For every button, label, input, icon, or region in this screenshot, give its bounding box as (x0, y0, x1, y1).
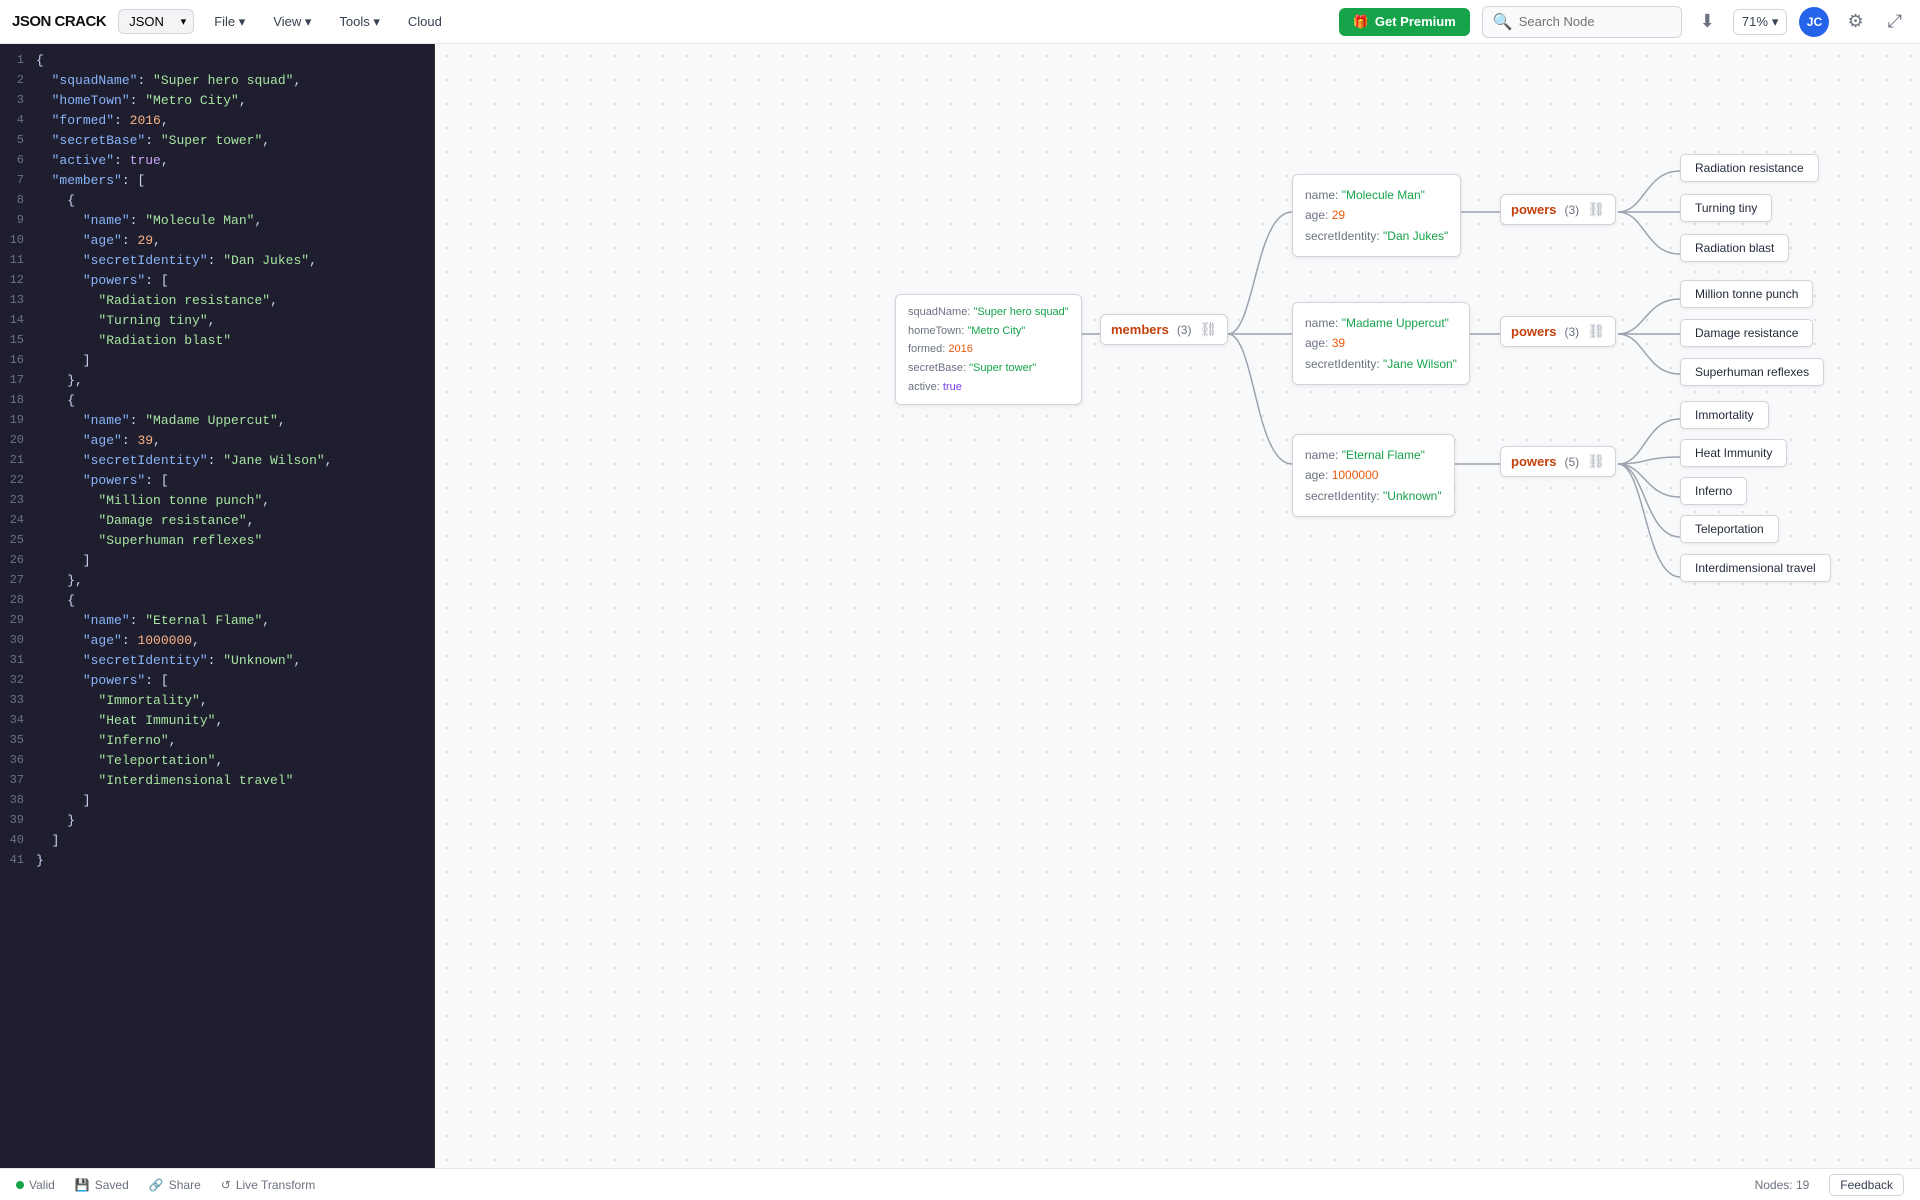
code-line-32: 32 "powers": [ (0, 672, 434, 692)
powers3-array-node[interactable]: powers (5) ⛓ (1500, 446, 1616, 477)
powers2-array-node[interactable]: powers (3) ⛓ (1500, 316, 1616, 347)
code-line-22: 22 "powers": [ (0, 472, 434, 492)
member2-node[interactable]: name: "Madame Uppercut" age: 39 secretId… (1292, 302, 1470, 385)
code-line-3: 3 "homeTown": "Metro City", (0, 92, 434, 112)
code-line-30: 30 "age": 1000000, (0, 632, 434, 652)
members-array-node[interactable]: members (3) ⛓ (1100, 314, 1228, 345)
search-input[interactable] (1519, 14, 1659, 29)
format-selector[interactable]: JSON YAML TOML (118, 9, 194, 34)
code-line-31: 31 "secretIdentity": "Unknown", (0, 652, 434, 672)
feedback-button[interactable]: Feedback (1829, 1174, 1904, 1196)
code-line-24: 24 "Damage resistance", (0, 512, 434, 532)
saved-status: 💾 Saved (75, 1178, 129, 1192)
code-line-21: 21 "secretIdentity": "Jane Wilson", (0, 452, 434, 472)
code-line-4: 4 "formed": 2016, (0, 112, 434, 132)
power-teleportation[interactable]: Teleportation (1680, 515, 1779, 543)
code-line-18: 18 { (0, 392, 434, 412)
code-line-16: 16 ] (0, 352, 434, 372)
power-immortality[interactable]: Immortality (1680, 401, 1769, 429)
code-line-33: 33 "Immortality", (0, 692, 434, 712)
nodes-count: Nodes: 19 (1755, 1178, 1810, 1192)
code-line-29: 29 "name": "Eternal Flame", (0, 612, 434, 632)
power-heat-immunity[interactable]: Heat Immunity (1680, 439, 1787, 467)
code-line-41: 41} (0, 852, 434, 872)
code-line-5: 5 "secretBase": "Super tower", (0, 132, 434, 152)
code-line-26: 26 ] (0, 552, 434, 572)
zoom-control[interactable]: 71% ▾ (1733, 9, 1788, 35)
graph-pane: squadName: "Super hero squad" homeTown: … (435, 44, 1920, 1168)
powers2-link-icon[interactable]: ⛓ (1587, 323, 1605, 340)
code-line-39: 39 } (0, 812, 434, 832)
member3-node[interactable]: name: "Eternal Flame" age: 1000000 secre… (1292, 434, 1455, 517)
power-damage-resistance[interactable]: Damage resistance (1680, 319, 1813, 347)
statusbar: Valid 💾 Saved 🔗 Share ↺ Live Transform N… (0, 1168, 1920, 1200)
code-line-34: 34 "Heat Immunity", (0, 712, 434, 732)
app-logo: JSON CRACK (12, 13, 106, 30)
live-transform-status[interactable]: ↺ Live Transform (221, 1178, 315, 1192)
code-line-13: 13 "Radiation resistance", (0, 292, 434, 312)
code-line-9: 9 "name": "Molecule Man", (0, 212, 434, 232)
topbar: JSON CRACK JSON YAML TOML File ▾ View ▾ … (0, 0, 1920, 44)
power-million-tonne-punch[interactable]: Million tonne punch (1680, 280, 1813, 308)
code-line-10: 10 "age": 29, (0, 232, 434, 252)
code-line-17: 17 }, (0, 372, 434, 392)
code-line-23: 23 "Million tonne punch", (0, 492, 434, 512)
power-turning-tiny[interactable]: Turning tiny (1680, 194, 1772, 222)
download-button[interactable]: ⬇ (1694, 7, 1721, 36)
main-layout: 1{ 2 "squadName": "Super hero squad", 3 … (0, 44, 1920, 1168)
cloud-menu[interactable]: Cloud (400, 10, 450, 33)
editor-pane: 1{ 2 "squadName": "Super hero squad", 3 … (0, 44, 435, 1168)
share-icon: 🔗 (149, 1178, 164, 1192)
saved-icon: 💾 (75, 1178, 90, 1192)
power-inferno[interactable]: Inferno (1680, 477, 1747, 505)
power-superhuman-reflexes[interactable]: Superhuman reflexes (1680, 358, 1824, 386)
powers1-link-icon[interactable]: ⛓ (1587, 201, 1605, 218)
code-line-28: 28 { (0, 592, 434, 612)
code-line-11: 11 "secretIdentity": "Dan Jukes", (0, 252, 434, 272)
code-line-40: 40 ] (0, 832, 434, 852)
code-line-1: 1{ (0, 52, 434, 72)
power-radiation-blast[interactable]: Radiation blast (1680, 234, 1789, 262)
power-interdimensional-travel[interactable]: Interdimensional travel (1680, 554, 1831, 582)
code-line-25: 25 "Superhuman reflexes" (0, 532, 434, 552)
code-line-8: 8 { (0, 192, 434, 212)
format-selector-wrap: JSON YAML TOML (118, 9, 194, 34)
members-link-icon[interactable]: ⛓ (1199, 321, 1217, 338)
get-premium-button[interactable]: 🎁 Get Premium (1339, 8, 1470, 36)
code-line-36: 36 "Teleportation", (0, 752, 434, 772)
code-line-35: 35 "Inferno", (0, 732, 434, 752)
code-line-6: 6 "active": true, (0, 152, 434, 172)
powers1-array-node[interactable]: powers (3) ⛓ (1500, 194, 1616, 225)
valid-status: Valid (16, 1178, 55, 1192)
live-transform-icon: ↺ (221, 1178, 231, 1192)
view-menu[interactable]: View ▾ (265, 10, 319, 34)
code-line-38: 38 ] (0, 792, 434, 812)
code-line-7: 7 "members": [ (0, 172, 434, 192)
code-line-15: 15 "Radiation blast" (0, 332, 434, 352)
root-node[interactable]: squadName: "Super hero squad" homeTown: … (895, 294, 1082, 405)
valid-dot (16, 1181, 24, 1189)
code-line-27: 27 }, (0, 572, 434, 592)
power-radiation-resistance[interactable]: Radiation resistance (1680, 154, 1819, 182)
tools-menu[interactable]: Tools ▾ (331, 10, 388, 34)
code-line-37: 37 "Interdimensional travel" (0, 772, 434, 792)
member1-node[interactable]: name: "Molecule Man" age: 29 secretIdent… (1292, 174, 1461, 257)
avatar[interactable]: JC (1799, 7, 1829, 37)
search-box: 🔍 (1482, 6, 1682, 38)
code-line-19: 19 "name": "Madame Uppercut", (0, 412, 434, 432)
search-icon: 🔍 (1493, 12, 1513, 32)
fullscreen-button[interactable]: ⤢ (1882, 7, 1908, 36)
file-menu[interactable]: File ▾ (206, 10, 253, 34)
code-line-2: 2 "squadName": "Super hero squad", (0, 72, 434, 92)
settings-button[interactable]: ⚙ (1841, 7, 1869, 36)
powers3-link-icon[interactable]: ⛓ (1587, 453, 1605, 470)
premium-icon: 🎁 (1353, 14, 1369, 30)
code-line-14: 14 "Turning tiny", (0, 312, 434, 332)
code-line-20: 20 "age": 39, (0, 432, 434, 452)
share-status[interactable]: 🔗 Share (149, 1178, 201, 1192)
code-line-12: 12 "powers": [ (0, 272, 434, 292)
chevron-down-icon: ▾ (1772, 14, 1779, 30)
